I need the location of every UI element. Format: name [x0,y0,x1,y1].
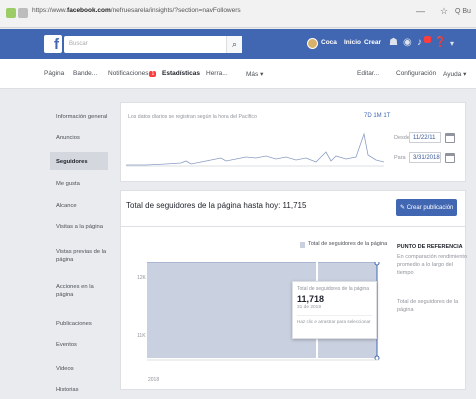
pencil-icon: ✎ [400,205,407,211]
tooltip-value: 11,718 [297,294,325,304]
sidebar-item-events[interactable]: Eventos [56,341,108,349]
legend-label: Total de seguidores de la página [308,241,388,247]
account-menu-icon[interactable]: ▾ [450,39,454,48]
avatar[interactable] [307,38,318,49]
lock-icon [18,8,28,18]
chart-point-end [374,355,380,361]
sidebar-item-page-previews[interactable]: Vistas previas de la página [56,248,108,264]
facebook-logo-icon[interactable]: f [44,35,62,53]
from-date-input[interactable]: 11/22/11 [409,132,441,143]
legend-swatch [300,242,305,248]
date-presets[interactable]: 7D 1M 1T [364,113,390,119]
sidebar-item-followers[interactable]: Seguidores [56,158,108,166]
notifications-icon[interactable]: ♪ [417,37,422,48]
sidebar-item-videos[interactable]: Videos [56,365,108,373]
tab-settings[interactable]: Configuración [396,70,436,77]
mini-timeline-chart[interactable] [126,122,384,176]
notifications-count-badge: 1 [149,71,157,77]
tab-inbox[interactable]: Bande... [73,70,97,77]
to-date-input[interactable]: 3/31/2018 [409,152,441,163]
y-tick-label: 12K [137,275,146,281]
chart-point-start [374,262,380,266]
search-browser-icon[interactable]: Q Bu [455,8,471,15]
tab-more[interactable]: Más ▾ [246,70,263,78]
nav-create[interactable]: Crear [364,39,381,46]
sidebar-item-posts[interactable]: Publicaciones [56,320,108,328]
star-icon[interactable]: ☆ [440,6,448,17]
to-label: Para [394,155,406,161]
calendar-icon[interactable] [445,153,455,163]
calendar-icon[interactable] [445,133,455,143]
sidebar-item-overview[interactable]: Información general [56,113,108,121]
search-icon[interactable]: ⌕ [226,36,242,53]
minimize-icon[interactable]: — [416,6,425,16]
facebook-header: f Buscar ⌕ Coca Inicio Crear ☗ ◉ ♪ ❓ ▾ [0,29,476,59]
reference-text: En comparación rendimiento promedio a lo… [397,254,468,276]
tab-notifications-label: Notificaciones [108,70,149,77]
tab-tools[interactable]: Herra... [206,70,228,77]
tab-page[interactable]: Página [44,70,64,77]
page-tabs: Página Bande... Notificaciones 1 Estadíst… [0,59,476,89]
create-post-button[interactable]: ✎ Crear publicación [396,199,457,216]
tooltip-hint: Haz clic e arrastrar para seleccionar [297,315,372,324]
sidebar-item-page-views[interactable]: Visitas a la página [56,223,108,231]
sidebar-item-likes[interactable]: Me gusta [56,180,108,188]
tooltip-date: 31 de 2018 [297,305,322,310]
tooltip-label: Total de seguidores de la página [297,286,369,292]
sidebar-item-ads[interactable]: Anuncios [56,134,108,142]
sidebar-item-page-actions[interactable]: Acciones en la página [56,283,108,299]
chart-tooltip: Total de seguidores de la página 11,718 … [292,281,377,339]
followers-title: Total de seguidores de la página hasta h… [126,201,307,210]
sidebar-item-reach[interactable]: Alcance [56,202,108,210]
tab-notifications[interactable]: Notificaciones 1 [108,70,157,77]
help-icon[interactable]: ❓ [434,37,446,48]
create-post-label: Crear publicación [406,205,454,211]
from-label: Desde [394,135,410,141]
tab-edit[interactable]: Editar... [357,70,379,77]
browser-toolbar: https://www.facebook.com/nefruesarela/in… [0,0,476,28]
address-bar[interactable]: https://www.facebook.com/nefruesarela/in… [32,7,241,14]
nav-home[interactable]: Inicio [344,39,361,46]
reference-title: PUNTO DE REFERENCIA [397,244,463,250]
messenger-icon[interactable]: ◉ [403,37,412,48]
notification-badge [424,36,431,43]
tab-insights[interactable]: Estadísticas [162,70,200,77]
x-tick-year: 2018 [148,377,160,383]
tab-help[interactable]: Ayuda ▾ [443,70,466,78]
reload-icon[interactable] [6,8,16,18]
search-input[interactable]: Buscar [64,36,242,53]
friends-icon[interactable]: ☗ [389,37,398,48]
sidebar-item-stories[interactable]: Historias [56,386,108,394]
divider [121,226,465,227]
nav-profile[interactable]: Coca [321,39,337,46]
y-tick-label: 11K [137,333,146,339]
timezone-note: Los datos diarios se registran según la … [128,114,257,120]
reference-sub[interactable]: Total de seguidores de la página [397,298,467,314]
